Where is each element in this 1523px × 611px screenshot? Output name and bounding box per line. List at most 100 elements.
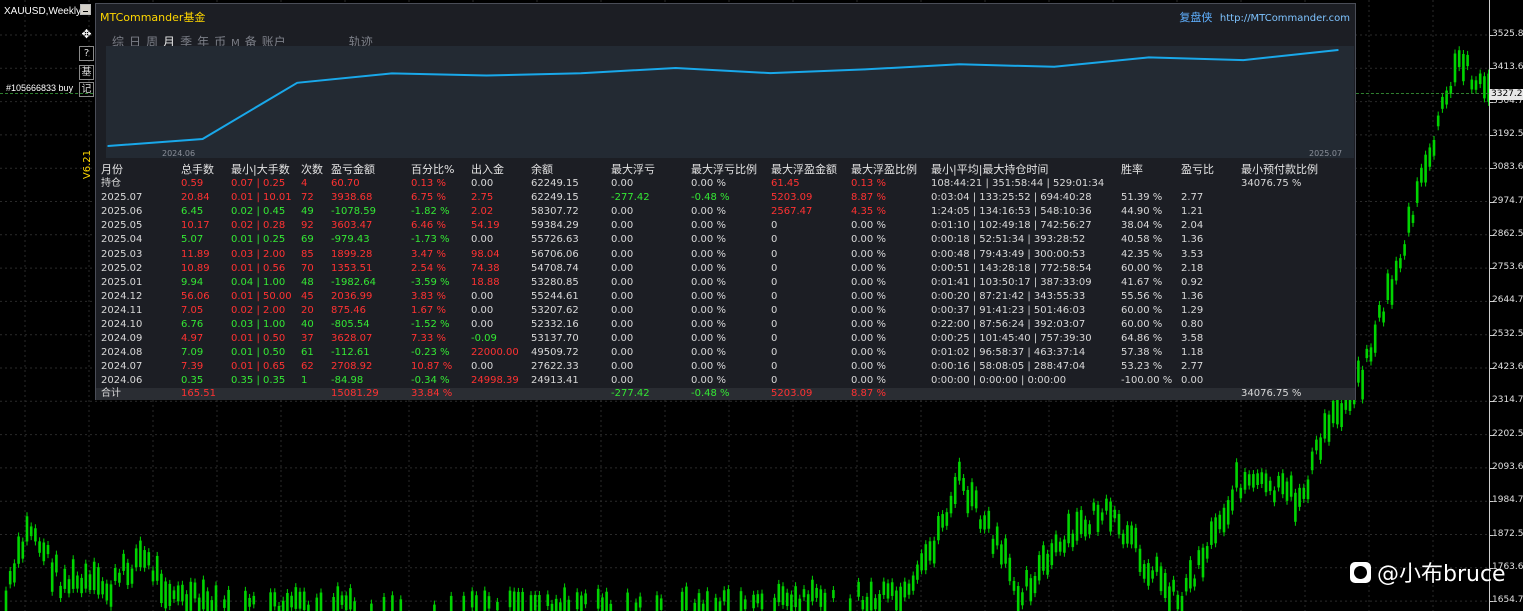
table-cell: 70 [301, 262, 314, 274]
table-row[interactable]: 2024.10 6.76 0.03 | 1.00 40 -805.54 -1.52 % 0.… [96, 318, 1355, 332]
table-row[interactable]: 2024.09 4.97 0.01 | 0.50 37 3628.07 7.33 % -0.… [96, 332, 1355, 346]
table-row[interactable]: 2024.06 0.35 0.35 | 0.35 1 -84.98 -0.34 % 2499… [96, 374, 1355, 388]
table-row[interactable]: 持仓 0.59 0.07 | 0.25 4 60.70 0.13 % 0.00 62249.1… [96, 177, 1355, 191]
total-cell: 165.51 [181, 388, 216, 399]
table-cell: 0.00 % [691, 276, 726, 288]
table-cell: 62249.15 [531, 192, 579, 204]
table-row[interactable]: 2024.07 7.39 0.01 | 0.65 62 2708.92 10.87 % 0.… [96, 360, 1355, 374]
table-cell: 0.07 | 0.25 [231, 178, 286, 190]
table-row[interactable]: 2025.03 11.89 0.03 | 2.00 85 1899.28 3.47 % 98… [96, 248, 1355, 262]
table-cell: 0.00 [611, 290, 634, 302]
total-cell: 34076.75 % [1241, 388, 1302, 399]
column-header[interactable]: 最小|大手数 [231, 163, 290, 177]
watermark-text: @小布bruce [1377, 562, 1506, 587]
table-cell: 0.02 | 0.45 [231, 206, 286, 218]
column-header[interactable]: 最大浮亏比例 [691, 163, 757, 177]
table-cell: 0.01 | 0.25 [231, 234, 286, 246]
column-header[interactable]: 最大浮盈金额 [771, 163, 837, 177]
column-header[interactable]: 最大浮亏 [611, 163, 655, 177]
column-header[interactable]: 出入金 [471, 163, 504, 177]
table-cell: 3.47 % [411, 248, 446, 260]
table-row[interactable]: 2024.12 56.06 0.01 | 50.00 45 2036.99 3.83 % 0… [96, 290, 1355, 304]
table-cell: 1.36 [1181, 290, 1204, 302]
column-header[interactable]: 百分比% [411, 163, 454, 177]
column-header[interactable]: 次数 [301, 163, 323, 177]
table-cell: 56.06 [181, 290, 210, 302]
table-row[interactable]: 2024.11 7.05 0.02 | 2.00 20 875.46 1.67 % 0.00… [96, 304, 1355, 318]
table-cell: 0 [771, 290, 778, 302]
table-cell: 10.89 [181, 262, 210, 274]
column-header[interactable]: 盈亏金额 [331, 163, 375, 177]
column-header[interactable]: 盈亏比 [1181, 163, 1214, 177]
monthly-stats-table: 月份 总手数 最小|大手数 次数 盈亏金额 百分比% 出入金 余额 最大浮亏 最大浮亏比例 最大浮盈… [96, 163, 1355, 389]
table-cell: 98.04 [471, 248, 500, 260]
table-cell: 0.00 % [691, 375, 726, 387]
price-tick-label: 1872.50 [1492, 528, 1523, 539]
table-row[interactable]: 2025.01 9.94 0.04 | 1.00 48 -1982.64 -3.59 % 1… [96, 276, 1355, 290]
order-label: #105666833 buy [6, 83, 74, 93]
column-header[interactable]: 总手数 [181, 163, 214, 177]
column-header[interactable]: 最小|平均|最大持仓时间 [931, 163, 1048, 177]
table-cell: 55.56 % [1121, 290, 1163, 302]
column-header[interactable]: 月份 [101, 163, 123, 177]
table-row[interactable]: 2025.07 20.84 0.01 | 10.01 72 3938.68 6.75 % 2… [96, 191, 1355, 205]
table-cell: 0 [771, 347, 778, 359]
table-row[interactable]: 2025.02 10.89 0.01 | 0.56 70 1353.51 2.54 % 74… [96, 262, 1355, 276]
table-cell: 2.02 [471, 206, 494, 218]
table-cell: 0.00 [611, 304, 634, 316]
price-tick-label: 2202.50 [1492, 428, 1523, 439]
price-tick-label: 3083.60 [1492, 162, 1523, 173]
table-row[interactable]: 2025.04 5.07 0.01 | 0.25 69 -979.43 -1.73 % 0.… [96, 233, 1355, 247]
table-cell: 1.21 [1181, 206, 1204, 218]
table-cell: 0.02 | 2.00 [231, 304, 286, 316]
table-cell: 0.00 [611, 361, 634, 373]
table-cell: 0.92 [1181, 276, 1204, 288]
table-cell: 0.00 [611, 347, 634, 359]
website-link[interactable]: http://MTCommander.com [1220, 13, 1350, 24]
table-header: 月份 总手数 最小|大手数 次数 盈亏金额 百分比% 出入金 余额 最大浮亏 最大浮亏比例 最大浮盈… [96, 163, 1355, 177]
table-cell: 0.00 % [851, 361, 886, 373]
table-cell: 2.54 % [411, 262, 446, 274]
brand-title: MTCommander基金 [100, 11, 206, 24]
table-row[interactable]: 2025.05 10.17 0.02 | 0.28 92 3603.47 6.46 % 54… [96, 219, 1355, 233]
column-header[interactable]: 最小预付款比例 [1241, 163, 1318, 177]
price-tick-label: 1654.70 [1492, 595, 1523, 606]
table-cell: 58307.72 [531, 206, 579, 218]
table-cell: 0:00:25 | 101:45:40 | 757:39:30 [931, 333, 1092, 345]
column-header[interactable]: 胜率 [1121, 163, 1143, 177]
table-cell: 37 [301, 333, 314, 345]
table-cell: 3.53 [1181, 248, 1204, 260]
table-cell: 0.00 % [851, 248, 886, 260]
table-cell: 42.35 % [1121, 248, 1163, 260]
table-cell: 60.70 [331, 178, 360, 190]
table-cell: 59384.29 [531, 220, 579, 232]
total-cell: 15081.29 [331, 388, 379, 399]
table-cell: 0.02 | 0.28 [231, 220, 286, 232]
table-cell: 20 [301, 304, 314, 316]
move-icon[interactable]: ✥ [79, 27, 94, 42]
table-cell: 0.00 % [851, 290, 886, 302]
table-cell: 0.00 [611, 262, 634, 274]
table-cell: 1.36 [1181, 234, 1204, 246]
table-cell: 1899.28 [331, 248, 373, 260]
equity-point [580, 72, 582, 75]
record-button[interactable]: 记 [79, 82, 94, 97]
table-cell: 0.00 % [691, 220, 726, 232]
table-row[interactable]: 2024.08 7.09 0.01 | 0.50 61 -112.61 -0.23 % 22… [96, 346, 1355, 360]
table-cell: 0.00 % [851, 262, 886, 274]
table-cell: 51.39 % [1121, 192, 1163, 204]
table-cell: 0 [771, 234, 778, 246]
table-cell: 1.67 % [411, 304, 446, 316]
table-cell: 92 [301, 220, 314, 232]
table-row[interactable]: 2025.06 6.45 0.02 | 0.45 49 -1078.59 -1.82 % 2… [96, 205, 1355, 219]
version-label: V6.21 [82, 150, 93, 180]
table-cell: 2025.07 [101, 192, 143, 204]
minimize-button[interactable] [80, 4, 91, 15]
table-cell: 27622.33 [531, 361, 579, 373]
help-button[interactable]: ? [79, 46, 94, 61]
table-cell: 0 [771, 304, 778, 316]
table-cell: 10.17 [181, 220, 210, 232]
column-header[interactable]: 最大浮盈比例 [851, 163, 917, 177]
column-header[interactable]: 余额 [531, 163, 553, 177]
fund-button[interactable]: 基 [79, 65, 94, 80]
